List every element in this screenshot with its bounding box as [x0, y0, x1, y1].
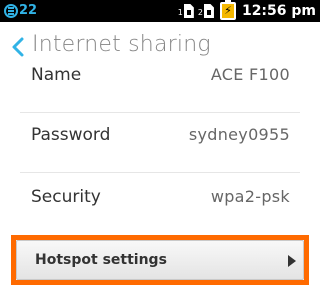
- security-row: Security wpa2-psk: [0, 170, 320, 232]
- screen: 22 1 2 ⚡ 12:56 pm Internet sharing Name …: [0, 0, 320, 300]
- name-value: ACE F100: [210, 65, 290, 84]
- password-value: sydney0955: [188, 125, 290, 144]
- hotspot-highlight: Hotspot settings: [11, 235, 309, 285]
- bolt-icon: ⚡: [224, 4, 232, 17]
- sim-card-icon: [203, 4, 214, 18]
- battery-charging-icon: ⚡: [219, 0, 236, 20]
- clock: 12:56 pm: [241, 3, 316, 19]
- sim-card-icon: [183, 4, 194, 18]
- notification-count: 22: [19, 3, 38, 18]
- status-icons: 1 2 ⚡ 12:56 pm: [178, 0, 316, 22]
- sim2-indicator: 2: [198, 4, 214, 18]
- password-row: Password sydney0955: [0, 108, 320, 170]
- security-label: Security: [31, 187, 101, 207]
- sim1-label: 1: [177, 8, 183, 17]
- name-row: Name ACE F100: [0, 48, 320, 110]
- status-bar: 22 1 2 ⚡ 12:56 pm: [0, 0, 320, 22]
- security-value: wpa2-psk: [210, 187, 290, 206]
- hotspot-settings-button[interactable]: Hotspot settings: [16, 240, 304, 280]
- sim2-label: 2: [197, 8, 203, 17]
- hotspot-settings-label: Hotspot settings: [35, 252, 167, 268]
- name-label: Name: [31, 65, 82, 85]
- notification-indicator[interactable]: 22: [4, 2, 37, 20]
- arrow-right-icon: [288, 255, 296, 267]
- sim1-indicator: 1: [178, 4, 194, 18]
- notification-icon: [4, 4, 18, 18]
- password-label: Password: [31, 125, 111, 145]
